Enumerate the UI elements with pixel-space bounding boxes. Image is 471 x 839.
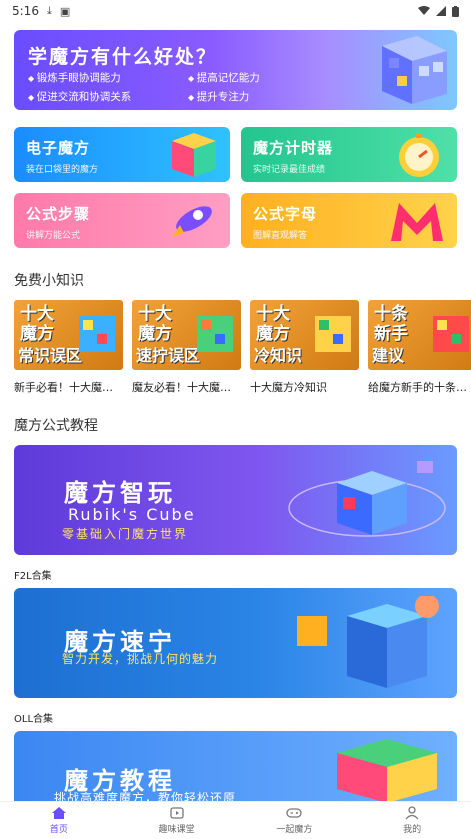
banner-english-title: Rubik's Cube <box>68 505 196 524</box>
cube-icon <box>315 316 351 352</box>
tab-mine[interactable]: 我的 <box>353 802 471 839</box>
sim-icon: ▣ <box>59 4 71 18</box>
letter-m-icon <box>391 203 443 241</box>
tab-label: 我的 <box>403 825 422 835</box>
cube-illustration <box>337 739 437 801</box>
tip-thumb-bottom: 建议 <box>372 346 405 365</box>
cube-icon <box>433 316 469 352</box>
tip-thumbnail: 十大 魔方 冷知识 <box>250 300 359 370</box>
banner-caption: OLL合集 <box>14 714 54 725</box>
tip-caption: 十大魔方冷知识 <box>250 381 327 394</box>
banner-tutorial[interactable]: 魔方教程 挑战高难度魔方，教你轻松还原 <box>14 731 457 801</box>
tip-item[interactable]: 十大 魔方 常识误区 新手必看！十大魔方常识误区 <box>14 300 123 395</box>
download-icon: ⤓ <box>46 4 52 17</box>
gamepad-icon <box>286 808 303 818</box>
cube-illustration <box>382 36 447 104</box>
tip-thumb-top: 十大 魔方 <box>256 304 290 344</box>
card-timer[interactable]: 魔方计时器 实时记录最佳成绩 <box>241 127 457 182</box>
rocket-icon <box>172 206 212 237</box>
tip-caption: 魔友必看！十大魔方速拧误区 <box>132 381 241 394</box>
stopwatch-icon <box>399 133 439 177</box>
tip-thumb-bottom: 速拧误区 <box>136 346 201 365</box>
tip-caption: 新手必看！十大魔方常识误区 <box>14 381 123 394</box>
tab-label: 趣味课堂 <box>158 825 195 835</box>
tip-thumb-top: 十条 新手 <box>374 304 408 344</box>
card-formula-steps[interactable]: 公式步骤 讲解万能公式 <box>14 193 230 248</box>
cube-illustration <box>288 461 446 537</box>
cube-illustration <box>297 596 439 688</box>
tab-label: 一起魔方 <box>276 825 313 835</box>
tip-thumbnail: 十条 新手 建议 <box>368 300 471 370</box>
section-title-tips: 免费小知识 <box>14 273 84 289</box>
home-icon <box>51 807 66 819</box>
banner-subtitle: 零基础入门魔方世界 <box>62 527 189 541</box>
banner-oll[interactable]: 魔方速宁 智力开发，挑战几何的魅力 <box>14 588 457 698</box>
cube-icon <box>79 316 115 352</box>
tip-item[interactable]: 十大 魔方 冷知识 十大魔方冷知识 <box>250 300 359 395</box>
user-icon <box>405 806 419 820</box>
hero-title: 学魔方有什么好处？ <box>28 46 218 68</box>
banner-caption: F2L合集 <box>14 571 52 582</box>
hero-benefits-list: 锻炼手眼协调能力 提高记忆能力 促进交流和协调关系 提升专注力 <box>28 70 308 104</box>
tip-thumbnail: 十大 魔方 常识误区 <box>14 300 123 370</box>
tips-list: 十大 魔方 常识误区 新手必看！十大魔方常识误区 十大 魔方 速拧误区 魔友必看… <box>14 300 471 395</box>
section-title-formula: 魔方公式教程 <box>14 418 98 434</box>
card-formula-letters[interactable]: 公式字母 图解直观解答 <box>241 193 457 248</box>
tip-thumbnail: 十大 魔方 速拧误区 <box>132 300 241 370</box>
tab-cube-together[interactable]: 一起魔方 <box>236 802 354 839</box>
tip-thumb-top: 十大 魔方 <box>20 304 54 344</box>
status-bar: 5:16 ⤓ ▣ <box>0 0 471 22</box>
tv-icon <box>169 807 184 819</box>
tip-caption: 给魔方新手的十条建议 <box>368 381 471 394</box>
feature-cards: 电子魔方 装在口袋里的魔方 魔方计时器 实时记录最佳成绩 公式步骤 讲解万能公式… <box>14 127 457 248</box>
signal-icon <box>436 6 446 16</box>
status-time: 5:16 <box>12 4 39 18</box>
tip-thumb-top: 十大 魔方 <box>138 304 172 344</box>
hero-benefit: 提高记忆能力 <box>188 70 308 85</box>
bottom-tab-bar: 首页 趣味课堂 一起魔方 我的 <box>0 801 471 839</box>
battery-icon <box>452 5 459 17</box>
tab-home[interactable]: 首页 <box>0 802 118 839</box>
cube-icon <box>172 133 216 177</box>
tab-label: 首页 <box>49 825 68 835</box>
tip-item[interactable]: 十条 新手 建议 给魔方新手的十条建议 <box>368 300 471 395</box>
hero-banner[interactable]: 学魔方有什么好处？ 锻炼手眼协调能力 提高记忆能力 促进交流和协调关系 提升专注… <box>14 30 457 110</box>
banner-subtitle: 智力开发，挑战几何的魅力 <box>62 652 219 666</box>
tip-item[interactable]: 十大 魔方 速拧误区 魔友必看！十大魔方速拧误区 <box>132 300 241 395</box>
tip-thumb-bottom: 常识误区 <box>18 346 83 365</box>
banner-subtitle: 挑战高难度魔方，教你轻松还原 <box>54 791 237 801</box>
hero-benefit: 锻炼手眼协调能力 <box>28 70 188 85</box>
hero-benefit: 促进交流和协调关系 <box>28 89 188 104</box>
wifi-icon <box>418 6 430 15</box>
banner-f2l[interactable]: 魔方智玩 Rubik's Cube 零基础入门魔方世界 <box>14 445 457 555</box>
card-electronic-cube[interactable]: 电子魔方 装在口袋里的魔方 <box>14 127 230 182</box>
tip-thumb-bottom: 冷知识 <box>254 346 303 365</box>
tab-fun-classroom[interactable]: 趣味课堂 <box>118 802 236 839</box>
banner-title: 魔方智玩 <box>64 479 176 507</box>
hero-benefit: 提升专注力 <box>188 89 308 104</box>
cube-icon <box>197 316 233 352</box>
